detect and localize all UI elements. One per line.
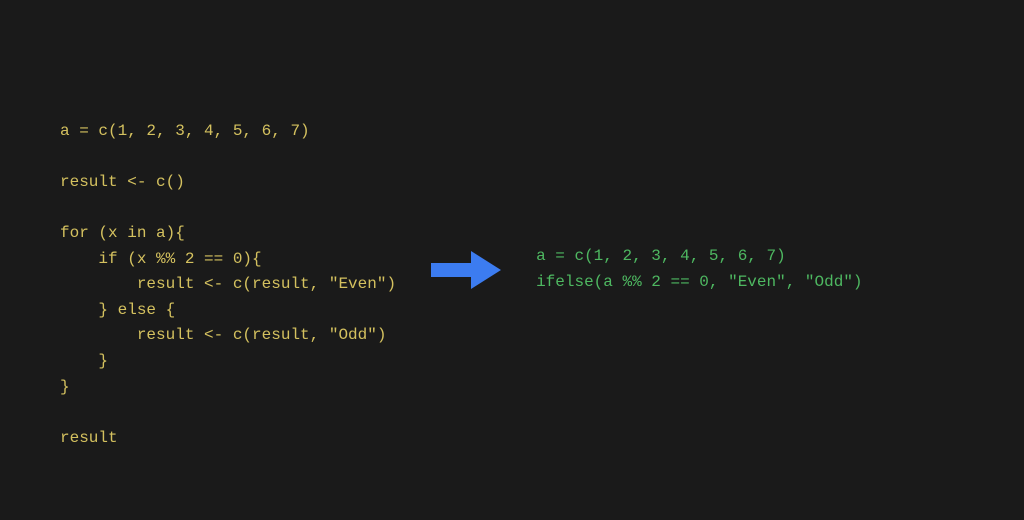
- verbose-code-block: a = c(1, 2, 3, 4, 5, 6, 7) result <- c()…: [60, 69, 396, 452]
- arrow-zone: [396, 245, 536, 295]
- code-comparison-diagram: a = c(1, 2, 3, 4, 5, 6, 7) result <- c()…: [0, 0, 1024, 520]
- arrow-right-icon: [426, 245, 506, 295]
- concise-code-block: a = c(1, 2, 3, 4, 5, 6, 7) ifelse(a %% 2…: [536, 244, 862, 295]
